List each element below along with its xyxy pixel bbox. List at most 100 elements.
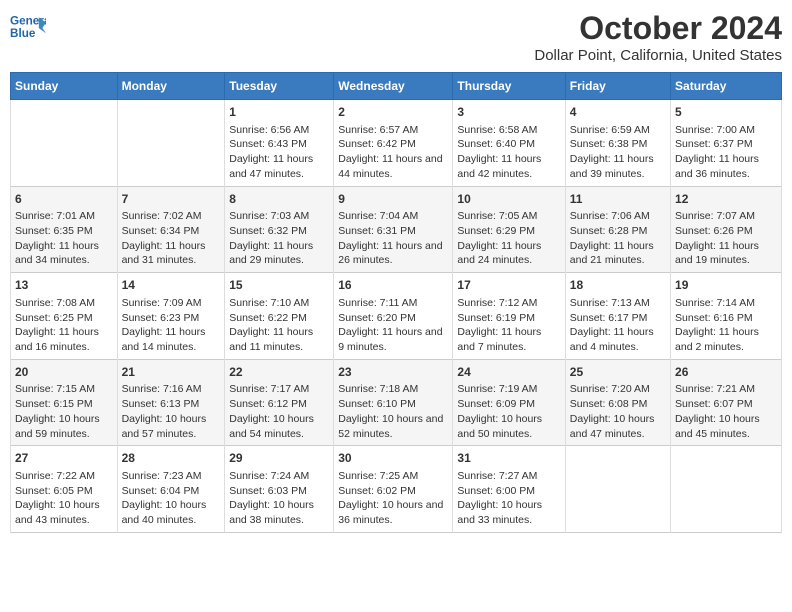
day-number: 19 [675,277,777,294]
calendar-cell: 30 Sunrise: 7:25 AMSunset: 6:02 PMDayligh… [334,446,453,533]
calendar-cell [11,100,118,187]
calendar-week-row: 1 Sunrise: 6:56 AMSunset: 6:43 PMDaylight… [11,100,782,187]
day-sun-info: Sunrise: 6:56 AMSunset: 6:43 PMDaylight:… [229,123,329,182]
calendar-week-row: 13Sunrise: 7:08 AMSunset: 6:25 PMDayligh… [11,273,782,360]
day-number: 2 [338,104,448,121]
calendar-cell: 22Sunrise: 7:17 AMSunset: 6:12 PMDayligh… [225,359,334,446]
header-day-monday: Monday [117,73,225,100]
header-day-tuesday: Tuesday [225,73,334,100]
calendar-cell: 21Sunrise: 7:16 AMSunset: 6:13 PMDayligh… [117,359,225,446]
calendar-cell [565,446,670,533]
day-sun-info: Sunrise: 6:59 AMSunset: 6:38 PMDaylight:… [570,123,666,182]
header-day-sunday: Sunday [11,73,118,100]
day-sun-info: Sunrise: 7:15 AMSunset: 6:15 PMDaylight:… [15,382,113,441]
calendar-week-row: 6Sunrise: 7:01 AMSunset: 6:35 PMDaylight… [11,186,782,273]
day-sun-info: Sunrise: 7:00 AMSunset: 6:37 PMDaylight:… [675,123,777,182]
calendar-cell: 6Sunrise: 7:01 AMSunset: 6:35 PMDaylight… [11,186,118,273]
day-number: 5 [675,104,777,121]
day-number: 27 [15,450,113,467]
day-number: 20 [15,364,113,381]
calendar-cell: 18Sunrise: 7:13 AMSunset: 6:17 PMDayligh… [565,273,670,360]
day-number: 25 [570,364,666,381]
day-sun-info: Sunrise: 7:11 AMSunset: 6:20 PMDaylight:… [338,296,448,355]
calendar-week-row: 20Sunrise: 7:15 AMSunset: 6:15 PMDayligh… [11,359,782,446]
day-number: 1 [229,104,329,121]
calendar-cell: 20Sunrise: 7:15 AMSunset: 6:15 PMDayligh… [11,359,118,446]
day-sun-info: Sunrise: 7:03 AMSunset: 6:32 PMDaylight:… [229,209,329,268]
calendar-cell: 3 Sunrise: 6:58 AMSunset: 6:40 PMDaylight… [453,100,565,187]
day-sun-info: Sunrise: 7:20 AMSunset: 6:08 PMDaylight:… [570,382,666,441]
day-number: 15 [229,277,329,294]
day-sun-info: Sunrise: 7:07 AMSunset: 6:26 PMDaylight:… [675,209,777,268]
calendar-cell: 26Sunrise: 7:21 AMSunset: 6:07 PMDayligh… [671,359,782,446]
calendar-week-row: 27 Sunrise: 7:22 AMSunset: 6:05 PMDayligh… [11,446,782,533]
day-sun-info: Sunrise: 7:21 AMSunset: 6:07 PMDaylight:… [675,382,777,441]
header-day-friday: Friday [565,73,670,100]
day-sun-info: Sunrise: 7:16 AMSunset: 6:13 PMDaylight:… [122,382,221,441]
calendar-cell: 15Sunrise: 7:10 AMSunset: 6:22 PMDayligh… [225,273,334,360]
day-sun-info: Sunrise: 7:02 AMSunset: 6:34 PMDaylight:… [122,209,221,268]
calendar-cell: 7Sunrise: 7:02 AMSunset: 6:34 PMDaylight… [117,186,225,273]
day-number: 26 [675,364,777,381]
day-sun-info: Sunrise: 7:19 AMSunset: 6:09 PMDaylight:… [457,382,560,441]
day-sun-info: Sunrise: 6:58 AMSunset: 6:40 PMDaylight:… [457,123,560,182]
header-day-wednesday: Wednesday [334,73,453,100]
calendar-cell: 9Sunrise: 7:04 AMSunset: 6:31 PMDaylight… [334,186,453,273]
day-sun-info: Sunrise: 7:08 AMSunset: 6:25 PMDaylight:… [15,296,113,355]
day-number: 18 [570,277,666,294]
calendar-cell: 24Sunrise: 7:19 AMSunset: 6:09 PMDayligh… [453,359,565,446]
calendar-cell: 16 Sunrise: 7:11 AMSunset: 6:20 PMDayligh… [334,273,453,360]
day-number: 16 [338,277,448,294]
day-number: 30 [338,450,448,467]
calendar-cell: 27 Sunrise: 7:22 AMSunset: 6:05 PMDayligh… [11,446,118,533]
day-sun-info: Sunrise: 7:18 AMSunset: 6:10 PMDaylight:… [338,382,448,441]
calendar-cell: 13Sunrise: 7:08 AMSunset: 6:25 PMDayligh… [11,273,118,360]
calendar-cell: 5 Sunrise: 7:00 AMSunset: 6:37 PMDaylight… [671,100,782,187]
calendar-cell: 10Sunrise: 7:05 AMSunset: 6:29 PMDayligh… [453,186,565,273]
day-number: 24 [457,364,560,381]
day-number: 7 [122,191,221,208]
subtitle: Dollar Point, California, United States [534,47,782,64]
day-number: 11 [570,191,666,208]
calendar-cell: 28Sunrise: 7:23 AMSunset: 6:04 PMDayligh… [117,446,225,533]
day-sun-info: Sunrise: 7:06 AMSunset: 6:28 PMDaylight:… [570,209,666,268]
calendar-cell: 25Sunrise: 7:20 AMSunset: 6:08 PMDayligh… [565,359,670,446]
header-day-saturday: Saturday [671,73,782,100]
day-sun-info: Sunrise: 7:24 AMSunset: 6:03 PMDaylight:… [229,469,329,528]
calendar-cell: 12Sunrise: 7:07 AMSunset: 6:26 PMDayligh… [671,186,782,273]
day-number: 17 [457,277,560,294]
day-number: 22 [229,364,329,381]
day-sun-info: Sunrise: 7:01 AMSunset: 6:35 PMDaylight:… [15,209,113,268]
header-day-thursday: Thursday [453,73,565,100]
day-number: 4 [570,104,666,121]
calendar-cell: 8Sunrise: 7:03 AMSunset: 6:32 PMDaylight… [225,186,334,273]
day-number: 9 [338,191,448,208]
header-row: SundayMondayTuesdayWednesdayThursdayFrid… [11,73,782,100]
day-sun-info: Sunrise: 7:25 AMSunset: 6:02 PMDaylight:… [338,469,448,528]
calendar-cell: 29Sunrise: 7:24 AMSunset: 6:03 PMDayligh… [225,446,334,533]
day-sun-info: Sunrise: 7:23 AMSunset: 6:04 PMDaylight:… [122,469,221,528]
calendar-cell: 14Sunrise: 7:09 AMSunset: 6:23 PMDayligh… [117,273,225,360]
calendar-body: 1 Sunrise: 6:56 AMSunset: 6:43 PMDaylight… [11,100,782,533]
calendar-cell: 19Sunrise: 7:14 AMSunset: 6:16 PMDayligh… [671,273,782,360]
day-number: 10 [457,191,560,208]
calendar-cell: 4 Sunrise: 6:59 AMSunset: 6:38 PMDaylight… [565,100,670,187]
calendar-cell: 1 Sunrise: 6:56 AMSunset: 6:43 PMDaylight… [225,100,334,187]
day-sun-info: Sunrise: 7:09 AMSunset: 6:23 PMDaylight:… [122,296,221,355]
calendar-cell: 17Sunrise: 7:12 AMSunset: 6:19 PMDayligh… [453,273,565,360]
logo-icon: General Blue [10,10,46,46]
main-title: October 2024 [534,10,782,47]
day-sun-info: Sunrise: 7:22 AMSunset: 6:05 PMDaylight:… [15,469,113,528]
header: General Blue October 2024 Dollar Point, … [10,10,782,64]
calendar-header: SundayMondayTuesdayWednesdayThursdayFrid… [11,73,782,100]
day-number: 6 [15,191,113,208]
day-sun-info: Sunrise: 6:57 AMSunset: 6:42 PMDaylight:… [338,123,448,182]
calendar-table: SundayMondayTuesdayWednesdayThursdayFrid… [10,72,782,533]
svg-text:Blue: Blue [10,27,36,40]
day-number: 31 [457,450,560,467]
calendar-cell: 23Sunrise: 7:18 AMSunset: 6:10 PMDayligh… [334,359,453,446]
day-number: 23 [338,364,448,381]
day-number: 3 [457,104,560,121]
day-number: 12 [675,191,777,208]
calendar-cell: 31Sunrise: 7:27 AMSunset: 6:00 PMDayligh… [453,446,565,533]
